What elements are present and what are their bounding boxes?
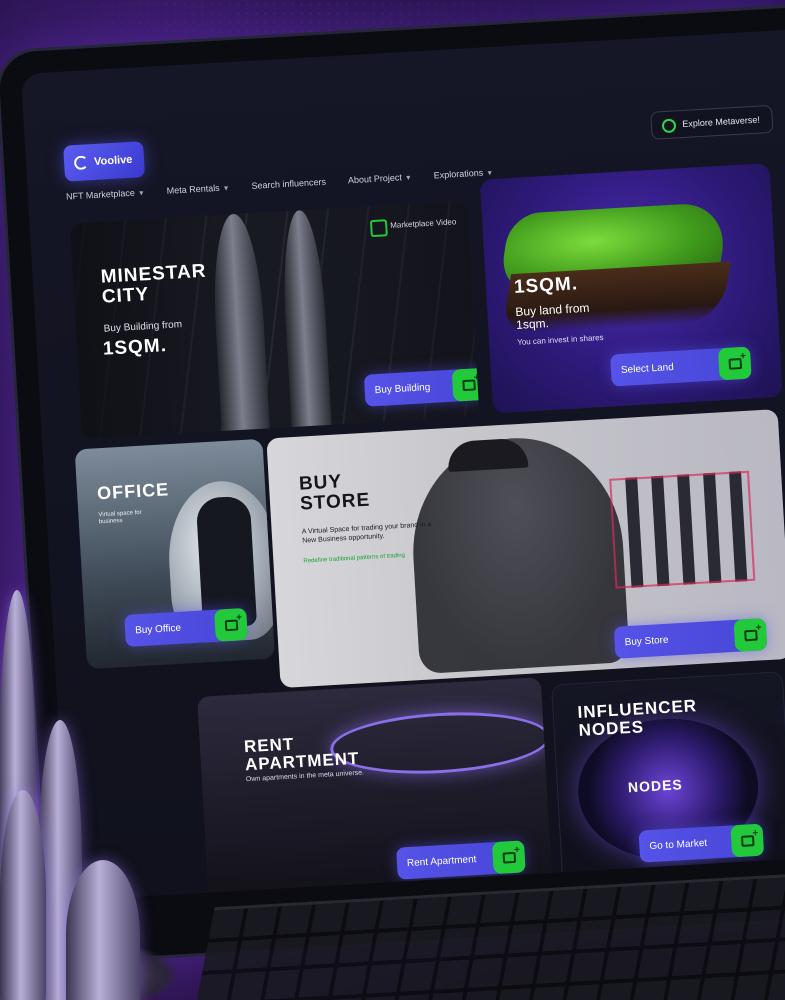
card-apartment: RENT APARTMENT Own apartments in the meta… <box>197 677 553 901</box>
brand-logo[interactable]: Voolive <box>63 141 146 182</box>
card-description: Virtual space for business <box>98 509 142 526</box>
nav-item-meta-rentals[interactable]: Meta Rentals ▼ <box>166 182 229 196</box>
laptop-screen: Voolive Explore Metaverse! NFT Marketpla… <box>20 28 785 901</box>
card-minestar-city: MINESTAR CITY Buy Building from 1SQM. Mar… <box>69 200 480 440</box>
button-label: Go to Market <box>649 837 708 852</box>
buy-office-button[interactable]: Buy Office <box>124 607 248 647</box>
tower-image <box>279 209 332 432</box>
cap-image <box>446 437 529 473</box>
card-influencer-nodes: INFLUENCER NODES NODES Go to Market <box>550 671 785 885</box>
marketplace-video-link[interactable]: Marketplace Video <box>370 217 457 231</box>
go-to-market-button[interactable]: Go to Market <box>638 823 765 863</box>
add-to-cart-icon[interactable] <box>733 618 768 652</box>
card-title: BUY STORE <box>298 471 371 515</box>
add-to-cart-icon[interactable] <box>214 607 248 642</box>
chevron-down-icon: ▼ <box>222 185 230 193</box>
rent-apartment-button[interactable]: Rent Apartment <box>396 840 526 880</box>
chevron-down-icon: ▼ <box>486 170 494 178</box>
clothing-rack-image <box>609 470 756 589</box>
card-note: You can invest in shares <box>516 332 604 347</box>
card-highlight: 1SQM. <box>102 335 168 360</box>
tower-image <box>209 212 270 436</box>
explore-button-label: Explore Metaverse! <box>682 114 761 130</box>
logo-icon <box>73 155 89 171</box>
globe-icon <box>662 118 677 134</box>
chevron-down-icon: ▼ <box>404 174 413 183</box>
button-label: Select Land <box>620 361 675 376</box>
chevron-down-icon: ▼ <box>137 190 146 198</box>
add-to-cart-icon[interactable] <box>451 367 480 402</box>
card-title: MINESTAR CITY <box>100 260 208 308</box>
buy-store-button[interactable]: Buy Store <box>613 618 768 659</box>
card-store: BUY STORE A Virtual Space for trading you… <box>266 409 785 689</box>
card-title: INFLUENCER NODES <box>577 696 698 740</box>
nodes-badge: NODES <box>627 776 684 796</box>
button-label: Buy Building <box>374 381 431 396</box>
button-label: Rent Apartment <box>406 853 477 869</box>
explore-metaverse-button[interactable]: Explore Metaverse! <box>650 104 774 140</box>
buy-building-button[interactable]: Buy Building <box>363 367 480 407</box>
card-subtitle: Buy land from 1sqm. <box>515 300 590 332</box>
card-office: OFFICE Virtual space for business Buy Of… <box>74 438 275 670</box>
card-highlight: 1SQM. <box>513 273 579 298</box>
select-land-button[interactable]: Select Land <box>610 346 752 387</box>
store-model-image <box>406 432 630 675</box>
nav-item-nft-marketplace[interactable]: NFT Marketplace ▼ <box>66 187 145 202</box>
card-note: Redefine traditional patterns of trading <box>303 552 406 565</box>
ceiling-light-image <box>328 706 552 780</box>
nav-item-search-influencers[interactable]: Search influencers <box>251 177 326 191</box>
card-subtitle: Buy Building from <box>103 319 183 335</box>
card-land: 1SQM. Buy land from 1sqm. You can invest … <box>479 163 783 414</box>
add-to-cart-icon[interactable] <box>491 840 526 875</box>
card-title: RENT APARTMENT <box>243 734 360 775</box>
nav-item-about-project[interactable]: About Project ▼ <box>348 172 413 185</box>
add-to-cart-icon[interactable] <box>717 346 752 381</box>
laptop: Voolive Explore Metaverse! NFT Marketpla… <box>0 7 785 1000</box>
brand-name: Voolive <box>93 153 133 168</box>
nav-item-explorations[interactable]: Explorations ▼ <box>433 167 494 181</box>
add-to-cart-icon[interactable] <box>730 823 765 858</box>
button-label: Buy Office <box>134 622 182 636</box>
card-title: OFFICE <box>96 479 170 504</box>
button-label: Buy Store <box>624 634 669 648</box>
